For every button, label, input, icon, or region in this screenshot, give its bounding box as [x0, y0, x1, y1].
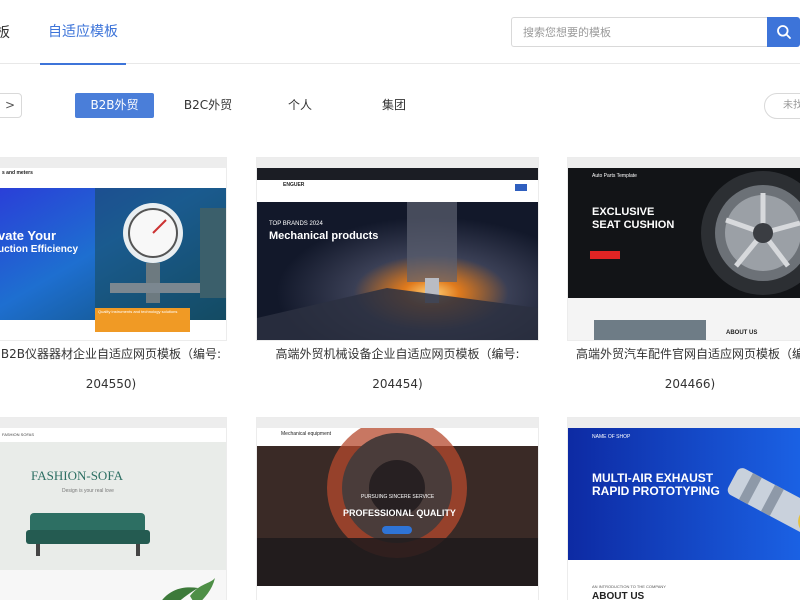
preview-headline: FASHION-SOFA: [31, 468, 123, 483]
preview-sub-2: ABOUT US: [592, 591, 645, 600]
template-card-204550[interactable]: s and meters vate Your uction Efficiency…: [0, 158, 226, 340]
tab-responsive-templates[interactable]: 自适应模板: [40, 0, 126, 65]
preview-brand: s and meters: [2, 170, 33, 176]
preview-browser-bar: [0, 158, 226, 168]
search-icon: [776, 25, 791, 39]
preview-headline: PROFESSIONAL QUALITY: [343, 508, 456, 518]
card-title[interactable]: B2B仪器器材企业自适应网页模板（编号: 204550): [0, 339, 229, 399]
template-card-204454[interactable]: ENGUER TOP BRANDS 2024 Mechanical produc…: [257, 158, 538, 340]
preview-sub: AN INTRODUCTION TO THE COMPANY: [592, 584, 666, 589]
top-header: 板 自适应模板: [0, 0, 800, 65]
template-card-multi-air[interactable]: NAME OF SHOP MULTI-AIR EXHAUST RAPID PRO…: [568, 418, 800, 600]
preview-sub: Design is your real love: [62, 488, 114, 494]
card-title[interactable]: 高端外贸机械设备企业自适应网页模板（编号: 204454): [257, 339, 538, 399]
preview-headline: MULTI-AIR EXHAUST: [592, 471, 714, 485]
template-card-sofa[interactable]: FASHION SOFAS FASHION-SOFA Design is you…: [0, 418, 226, 600]
filter-b2c[interactable]: B2C外贸: [168, 93, 248, 118]
card-title-code: 204466): [664, 377, 716, 391]
preview-brand: ENGUER: [283, 182, 305, 188]
card-title-line: 高端外贸汽车配件官网自适应网页模板（编: [575, 347, 800, 361]
search-button[interactable]: [767, 17, 800, 47]
filter-b2b[interactable]: B2B外贸: [75, 93, 154, 118]
preview-browser-bar: [257, 158, 538, 168]
active-tab-underline: [40, 63, 126, 65]
search-input[interactable]: [511, 17, 768, 47]
tab-label: 自适应模板: [48, 24, 118, 40]
filter-personal[interactable]: 个人: [270, 93, 330, 118]
preview-image-sofa: [0, 428, 226, 600]
preview-box-text: Quality instruments and technology solut…: [98, 309, 178, 314]
preview-headline-2: uction Efficiency: [0, 244, 79, 255]
preview-kicker: PURSUING SINCERE SERVICE: [361, 494, 435, 500]
card-title-line: B2B仪器器材企业自适应网页模板（编号:: [0, 347, 222, 361]
card-title-code: 204550): [85, 377, 137, 391]
nav-item-partial[interactable]: 板: [0, 22, 10, 42]
preview-kicker: TOP BRANDS 2024: [269, 221, 323, 227]
filter-group[interactable]: 集团: [364, 93, 424, 118]
preview-headline-2: RAPID PROTOTYPING: [592, 484, 720, 498]
card-title-code: 204454): [372, 377, 423, 391]
card-title-line: 高端外贸机械设备企业自适应网页模板（编号:: [275, 347, 520, 361]
preview-headline: vate Your: [0, 228, 57, 243]
not-found-button[interactable]: 未找: [764, 93, 800, 119]
preview-image-auto-parts: [568, 168, 800, 340]
preview-brand: NAME OF SHOP: [592, 434, 631, 440]
template-card-mechanical-equipment[interactable]: Mechanical equipment PURSUING SINCERE SE…: [257, 418, 538, 600]
preview-browser-bar: [568, 158, 800, 168]
card-title[interactable]: 高端外贸汽车配件官网自适应网页模板（编 204466): [574, 339, 800, 399]
template-card-204466[interactable]: Auto Parts Template EXCLUSIVE SEAT CUSHI…: [568, 158, 800, 340]
filter-scroll-button[interactable]: >: [0, 93, 22, 118]
preview-sub: ABOUT US: [726, 330, 758, 336]
preview-browser-bar: [568, 418, 800, 428]
preview-headline-2: SEAT CUSHION: [592, 219, 675, 231]
preview-image-exhaust: [568, 428, 800, 600]
preview-brand: Mechanical equipment: [281, 431, 332, 437]
preview-brand: FASHION SOFAS: [2, 432, 35, 437]
preview-browser-bar: [257, 418, 538, 428]
preview-headline: Mechanical products: [269, 230, 379, 242]
preview-headline: EXCLUSIVE: [592, 206, 655, 218]
preview-browser-bar: [0, 418, 226, 428]
preview-brand: Auto Parts Template: [592, 173, 637, 179]
preview-image-mechanical: [257, 168, 538, 340]
